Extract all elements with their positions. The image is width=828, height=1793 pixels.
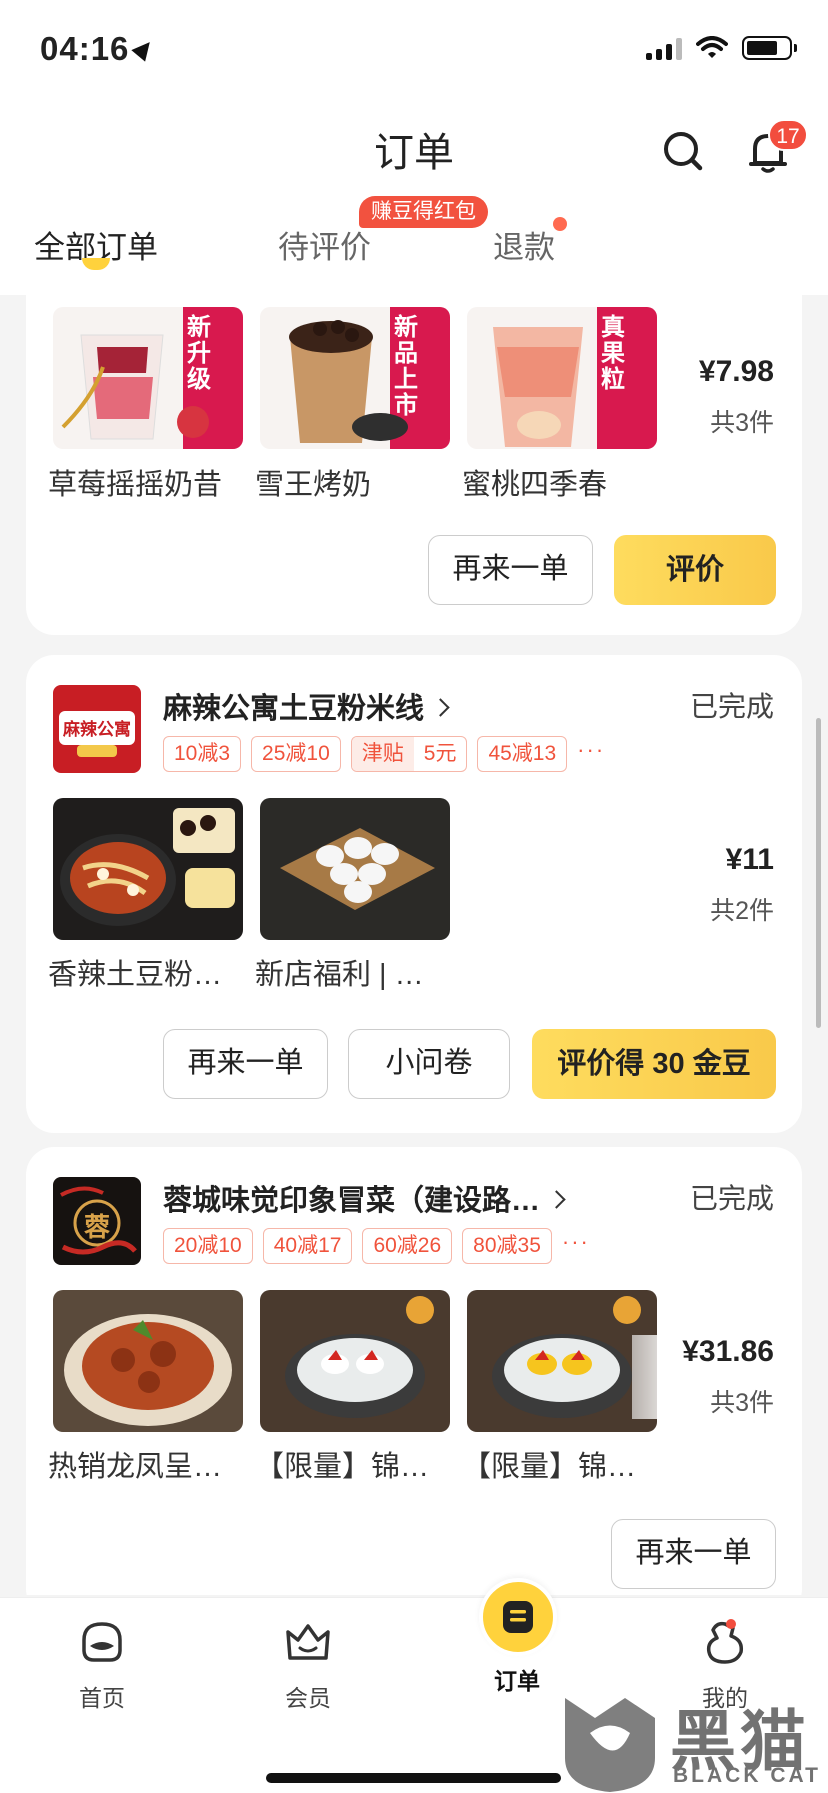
product-badge: 真果粒 <box>601 314 625 393</box>
item-image-white-jelly-dessert <box>260 1290 450 1432</box>
promo-tag: 25减10 <box>251 736 341 772</box>
nav-orders[interactable]: 订单 <box>467 1654 567 1696</box>
cellular-signal-icon <box>646 38 682 60</box>
store-logo[interactable]: 蓉 <box>53 1177 141 1265</box>
status-bar: 04:16 <box>0 0 828 100</box>
order-status: 已完成 <box>689 1183 774 1214</box>
wifi-icon <box>696 36 728 58</box>
promo-tags: 10减3 25减10 津贴 5元 45减13 ··· <box>163 736 605 772</box>
review-reward-suffix: 金豆 <box>692 1048 751 1080</box>
refund-dot-badge <box>553 217 567 231</box>
item-name: 雪王烤奶 <box>255 469 372 501</box>
black-cat-logo-icon <box>565 1698 655 1792</box>
store-logo[interactable]: 麻辣公寓 <box>53 685 141 773</box>
item-name: 【限量】锦… <box>462 1451 637 1483</box>
location-arrow-icon <box>131 36 158 62</box>
review-reward-button[interactable]: 评价得 30 金豆 <box>532 1029 776 1099</box>
item-count: 共2件 <box>710 897 774 925</box>
order-card[interactable]: 新升级 新品上市 真果粒 草莓摇摇奶昔 雪王烤奶 蜜桃四季春 ¥7.98 共3件… <box>26 295 802 635</box>
item-count: 共3件 <box>710 409 774 437</box>
chevron-right-icon <box>547 1190 566 1209</box>
scrollbar[interactable] <box>816 718 821 1028</box>
tab-active-indicator <box>82 258 110 270</box>
order-price: ¥11 <box>725 843 774 876</box>
promo-tag: 45减13 <box>477 736 568 772</box>
promo-tag: 80减35 <box>462 1228 552 1264</box>
chevron-right-icon <box>431 698 450 717</box>
tab-promo-badge: 赚豆得红包 <box>359 196 488 228</box>
review-reward-prefix: 评价得 <box>557 1048 645 1080</box>
item-image-strawberry-milkshake: 新升级 <box>53 307 243 449</box>
home-icon <box>82 1622 122 1662</box>
item-image-bubble-milk-tea: 新品上市 <box>260 307 450 449</box>
subsidy-tag: 津贴 5元 <box>350 736 468 772</box>
store-name-link[interactable]: 麻辣公寓土豆粉米线 <box>163 685 450 727</box>
reorder-button[interactable]: 再来一单 <box>611 1519 776 1589</box>
store-logo-text: 麻辣公寓 <box>63 720 131 739</box>
promo-tag: 60减26 <box>362 1228 453 1264</box>
item-image-spicy-chicken-dish <box>53 1290 243 1432</box>
promo-tag: 40减17 <box>262 1228 353 1264</box>
review-reward-amount: 30 <box>652 1048 685 1080</box>
item-image-quail-eggs <box>260 798 450 940</box>
product-badge: 新升级 <box>187 314 211 393</box>
more-promos-icon: ··· <box>577 737 606 762</box>
header: 订单 17 全部订单 待评价 退款 赚豆得红包 <box>0 100 828 295</box>
promo-tag: 10减3 <box>163 736 242 772</box>
reorder-button[interactable]: 再来一单 <box>163 1029 328 1099</box>
store-logo-text: 蓉 <box>83 1212 110 1242</box>
item-name: 蜜桃四季春 <box>462 469 608 501</box>
product-badge: 新品上市 <box>394 314 418 419</box>
subsidy-label: 津贴 <box>351 737 414 771</box>
order-card[interactable]: 蓉 蓉城味觉印象冒菜（建设路… 已完成 20减10 40减17 60减26 80… <box>26 1147 802 1595</box>
bottom-tab-bar: 首页 会员 订单 我的 黑猫 BLACK CAT <box>0 1578 828 1793</box>
order-status: 已完成 <box>689 691 774 722</box>
notification-badge: 17 <box>768 119 808 151</box>
tab-refund[interactable]: 退款 <box>493 222 555 267</box>
nav-home[interactable]: 首页 <box>52 1618 152 1713</box>
store-name: 蓉城味觉印象冒菜（建设路… <box>163 1185 541 1217</box>
nav-home-label: 首页 <box>79 1685 125 1711</box>
status-icons <box>646 36 797 60</box>
item-name: 香辣土豆粉… <box>48 959 223 991</box>
status-time: 04:16 <box>40 30 158 68</box>
item-name: 热销龙凤呈… <box>48 1451 223 1483</box>
nav-member[interactable]: 会员 <box>258 1618 358 1713</box>
watermark: 黑猫 BLACK CAT <box>555 1688 828 1793</box>
promo-tag: 20减10 <box>163 1228 253 1264</box>
item-name: 【限量】锦… <box>255 1451 430 1483</box>
store-name: 麻辣公寓土豆粉米线 <box>163 693 425 725</box>
item-image-peach-tea: 真果粒 <box>467 307 657 449</box>
item-image-yellow-jelly-dessert <box>467 1290 657 1432</box>
nav-orders-label: 订单 <box>494 1668 540 1694</box>
item-name: 新店福利 | … <box>255 959 424 991</box>
battery-icon <box>742 36 797 60</box>
order-price: ¥7.98 <box>698 355 774 388</box>
order-price-summary: ¥7.98 共3件 <box>662 355 802 439</box>
tab-pending-review[interactable]: 待评价 <box>278 222 371 267</box>
watermark-subtext: BLACK CAT <box>673 1764 821 1787</box>
promo-tags: 20减10 40减17 60减26 80减35 ··· <box>163 1228 590 1264</box>
subsidy-value: 5元 <box>423 742 457 765</box>
item-name: 草莓摇摇奶昔 <box>48 469 223 501</box>
nav-member-label: 会员 <box>285 1685 331 1711</box>
orders-list[interactable]: 新升级 新品上市 真果粒 草莓摇摇奶昔 雪王烤奶 蜜桃四季春 ¥7.98 共3件… <box>0 295 828 1595</box>
review-button[interactable]: 评价 <box>614 535 776 605</box>
profile-icon <box>706 1619 744 1664</box>
orders-icon[interactable] <box>479 1578 557 1656</box>
item-count: 共3件 <box>710 1389 774 1417</box>
home-indicator <box>266 1773 561 1783</box>
questionnaire-button[interactable]: 小问卷 <box>348 1029 510 1099</box>
order-card[interactable]: 麻辣公寓 麻辣公寓土豆粉米线 已完成 10减3 25减10 津贴 5元 45减13… <box>26 655 802 1133</box>
store-name-link[interactable]: 蓉城味觉印象冒菜（建设路… <box>163 1177 566 1219</box>
order-price: ¥31.86 <box>682 1335 774 1368</box>
order-price-summary: ¥31.86 共3件 <box>632 1335 802 1419</box>
reorder-button[interactable]: 再来一单 <box>428 535 593 605</box>
member-icon <box>286 1624 330 1660</box>
order-price-summary: ¥11 共2件 <box>662 843 802 927</box>
search-icon[interactable] <box>662 130 704 172</box>
more-promos-icon: ··· <box>561 1229 590 1254</box>
item-image-spicy-noodle-pot <box>53 798 243 940</box>
